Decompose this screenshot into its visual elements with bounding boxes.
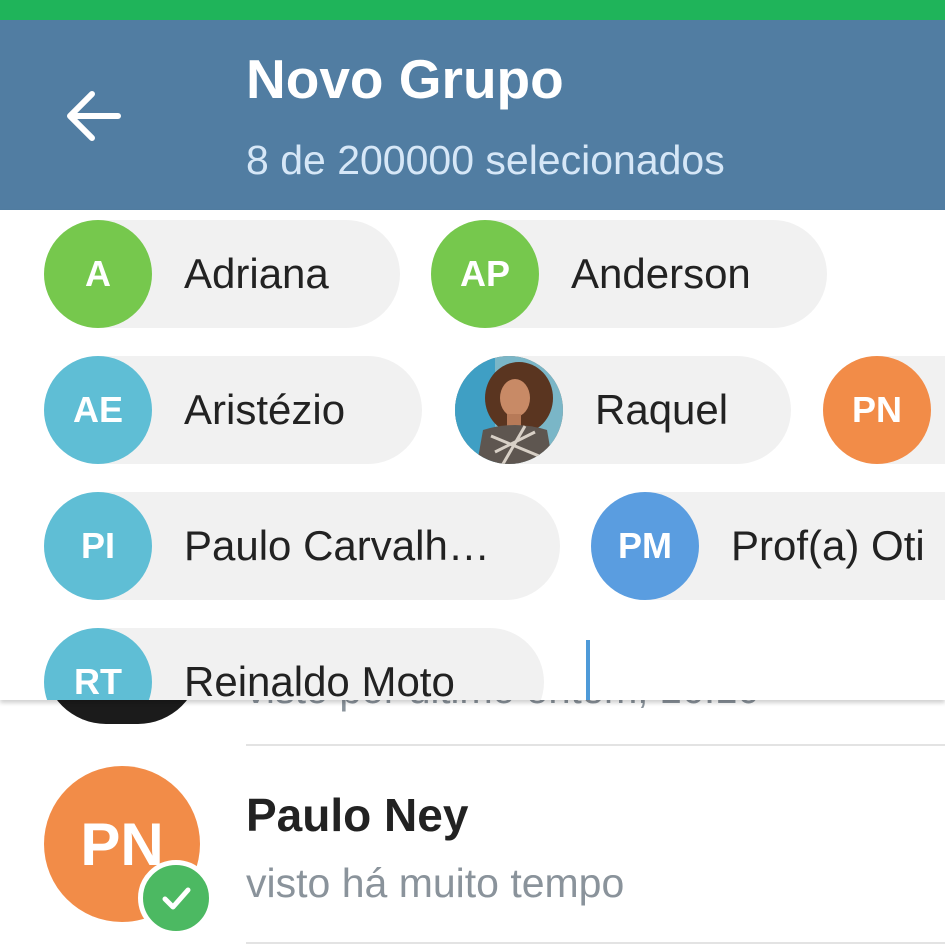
avatar: PN <box>823 356 931 464</box>
chip-label: Prof(a) Oti <box>731 522 925 569</box>
chip-aristezio[interactable]: AE Aristézio <box>44 356 422 464</box>
chip-label: Reinaldo Moto <box>184 658 455 700</box>
back-button[interactable] <box>56 78 132 154</box>
page-title: Novo Grupo <box>246 48 564 110</box>
app-bar: Novo Grupo 8 de 200000 selecionados <box>0 20 945 210</box>
chip-raquel[interactable]: Raquel <box>455 356 791 464</box>
chip-label: Raquel <box>595 386 729 433</box>
chip-reinaldo-moto[interactable]: RT Reinaldo Moto <box>44 628 544 700</box>
chip-anderson[interactable]: AP Anderson <box>431 220 827 328</box>
selected-check-icon <box>138 860 214 936</box>
chip-label: Paulo Carvalh… <box>184 522 490 569</box>
status-bar <box>0 0 945 20</box>
contact-status: visto há muito tempo <box>246 860 625 906</box>
chip-adriana[interactable]: A Adriana <box>44 220 400 328</box>
avatar: AP <box>431 220 539 328</box>
arrow-left-icon <box>67 91 121 141</box>
selected-members-panel: A Adriana AP Anderson AE Aristézio Raque… <box>0 210 945 700</box>
avatar: PI <box>44 492 152 600</box>
avatar: A <box>44 220 152 328</box>
chip-label: Adriana <box>184 250 329 297</box>
selection-count: 8 de 200000 selecionados <box>246 137 725 183</box>
contact-name: Paulo Ney <box>246 789 469 841</box>
chip-label: Aristézio <box>184 386 346 433</box>
chip-prof-oti[interactable]: PM Prof(a) Oti <box>591 492 945 600</box>
chip-paulo-carvalho[interactable]: PI Paulo Carvalh… <box>44 492 560 600</box>
chip-pn[interactable]: PN <box>823 356 945 464</box>
divider <box>246 744 945 746</box>
search-input-cursor[interactable] <box>586 640 590 700</box>
chip-label: Anderson <box>571 250 751 297</box>
avatar: AE <box>44 356 152 464</box>
avatar: PM <box>591 492 699 600</box>
divider <box>246 942 945 944</box>
avatar-photo <box>455 356 563 464</box>
avatar: RT <box>44 628 152 700</box>
